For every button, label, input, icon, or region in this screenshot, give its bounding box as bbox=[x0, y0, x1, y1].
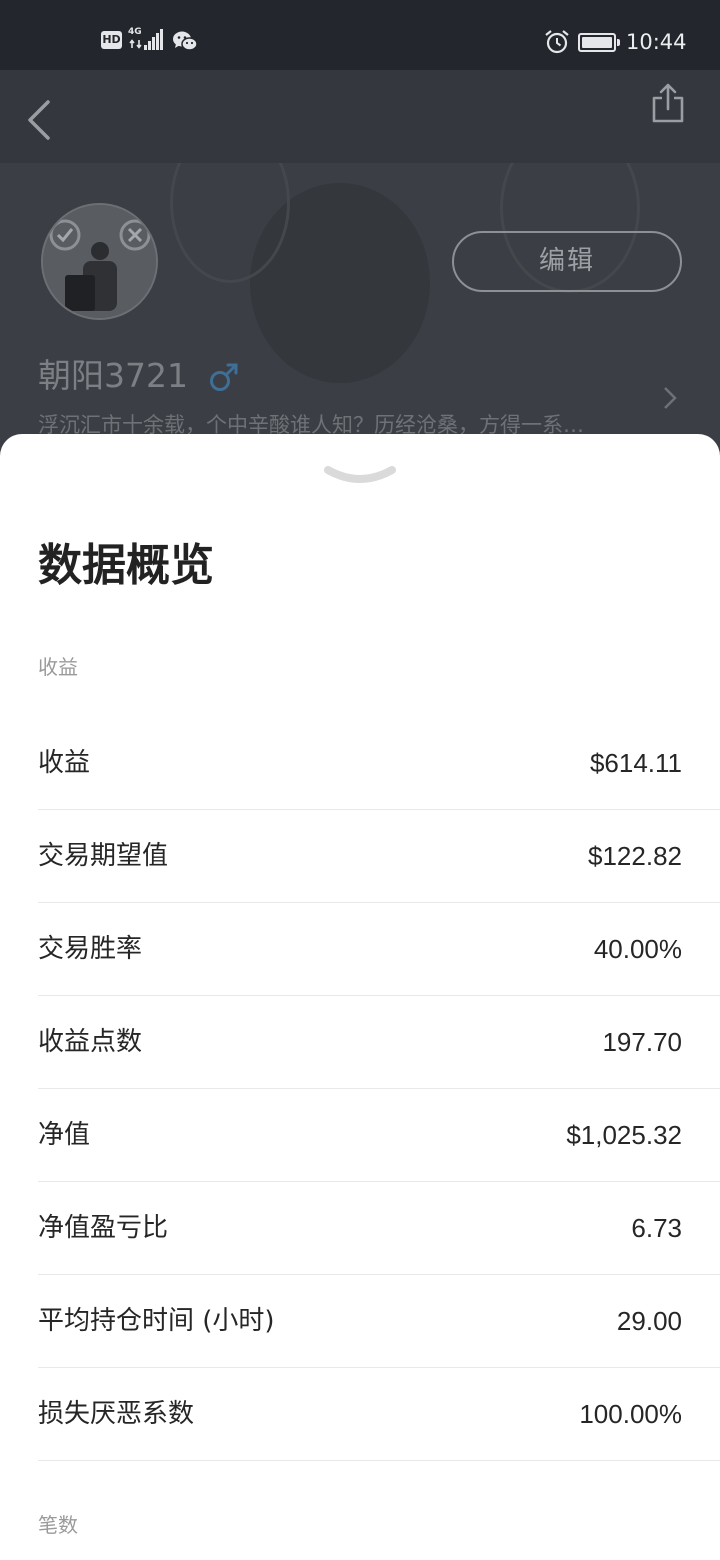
stat-value: $1,025.32 bbox=[566, 1120, 682, 1150]
stat-row-win-rate: 交易胜率 40.00% bbox=[0, 903, 720, 996]
stat-label: 净值盈亏比 bbox=[38, 1213, 169, 1243]
stat-label: 收益点数 bbox=[38, 1027, 143, 1057]
stat-label: 收益 bbox=[38, 748, 91, 778]
stat-row-loss-aversion: 损失厌恶系数 100.00% bbox=[0, 1368, 720, 1461]
stat-row-expectancy: 交易期望值 $122.82 bbox=[0, 810, 720, 903]
profile-header: 编辑 朝阳3721 浮沉汇市十余载，个中辛酸谁人知？历经沧桑，方得一系… bbox=[0, 163, 720, 463]
status-bar: HD 4G 10:44 bbox=[0, 0, 720, 70]
stat-value: 40.00% bbox=[593, 934, 682, 964]
navigation-bar bbox=[0, 70, 720, 163]
stats-list: 收益 $614.11 交易期望值 $122.82 交易胜率 40.00% 收益点… bbox=[0, 717, 720, 1461]
male-gender-icon bbox=[210, 363, 238, 391]
chevron-right-icon[interactable] bbox=[660, 383, 680, 413]
data-overview-sheet: 数据概览 收益 收益 $614.11 交易期望值 $122.82 交易胜率 40… bbox=[0, 434, 720, 1560]
stat-row-avg-holding-time: 平均持仓时间 (小时) 29.00 bbox=[0, 1275, 720, 1368]
stat-row-points: 收益点数 197.70 bbox=[0, 996, 720, 1089]
stat-label: 净值 bbox=[38, 1120, 91, 1150]
sheet-title: 数据概览 bbox=[38, 540, 214, 591]
stat-label: 交易期望值 bbox=[38, 841, 169, 871]
section-label-earnings: 收益 bbox=[38, 655, 78, 679]
stat-value: 6.73 bbox=[631, 1213, 682, 1243]
signal-strength-icon bbox=[144, 29, 164, 50]
stat-row-profit-loss-ratio: 净值盈亏比 6.73 bbox=[0, 1182, 720, 1275]
username: 朝阳3721 bbox=[38, 356, 188, 395]
hd-badge: HD bbox=[101, 31, 122, 49]
stat-row-net-value: 净值 $1,025.32 bbox=[0, 1089, 720, 1182]
stat-value: $614.11 bbox=[589, 748, 682, 778]
back-arrow-icon[interactable] bbox=[22, 98, 58, 142]
avatar[interactable] bbox=[41, 203, 158, 320]
stat-row-earnings: 收益 $614.11 bbox=[0, 717, 720, 810]
stat-value: 100.00% bbox=[579, 1399, 682, 1429]
stat-value: 197.70 bbox=[602, 1027, 682, 1057]
status-time: 10:44 bbox=[626, 30, 687, 54]
edit-profile-button[interactable]: 编辑 bbox=[452, 231, 682, 292]
stat-label: 损失厌恶系数 bbox=[38, 1399, 195, 1429]
screen: HD 4G 10:44 编辑 朝阳3721 浮沉汇市十余载，个中辛酸谁人知？历经… bbox=[0, 0, 720, 1560]
share-icon[interactable] bbox=[650, 82, 686, 124]
alarm-icon bbox=[545, 30, 569, 54]
collapse-chevron-icon[interactable] bbox=[320, 460, 400, 496]
battery-icon bbox=[578, 33, 620, 52]
section-label-trade-count: 笔数 bbox=[38, 1513, 78, 1537]
stat-label: 交易胜率 bbox=[38, 934, 143, 964]
stat-label: 平均持仓时间 (小时) bbox=[38, 1306, 275, 1336]
wechat-icon bbox=[173, 31, 198, 51]
avatar-image bbox=[43, 205, 156, 318]
network-type-label: 4G bbox=[128, 27, 142, 37]
stat-value: 29.00 bbox=[616, 1306, 682, 1336]
stat-value: $122.82 bbox=[588, 841, 682, 871]
data-transfer-icon bbox=[129, 39, 142, 49]
